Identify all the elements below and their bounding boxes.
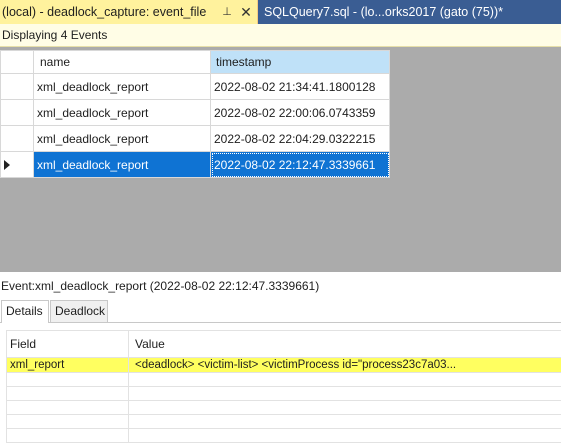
grid-header-row: name timestamp [0, 50, 390, 74]
row-header[interactable] [0, 73, 34, 100]
event-timestamp-cell[interactable]: 2022-08-02 22:12:47.3339661 [210, 151, 390, 178]
pin-icon[interactable]: ⊥ [220, 4, 234, 20]
tab-title: (local) - deadlock_capture: event_file [2, 5, 207, 19]
tab-title: SQLQuery7.sql - (lo...orks2017 (gato (75… [264, 5, 503, 19]
event-count-text: Displaying 4 Events [2, 28, 108, 42]
table-row-highlighted[interactable]: xml_report <deadlock> <victim-list> <vic… [6, 357, 561, 373]
row-header[interactable] [0, 99, 34, 126]
event-timestamp-cell[interactable]: 2022-08-02 21:34:41.1800128 [210, 73, 390, 100]
events-grid: name timestamp xml_deadlock_report 2022-… [0, 50, 390, 178]
table-row-selected[interactable]: xml_deadlock_report 2022-08-02 22:12:47.… [0, 151, 390, 178]
row-pointer-icon [4, 160, 10, 170]
event-timestamp-cell[interactable]: 2022-08-02 22:04:29.0322215 [210, 125, 390, 152]
tab-deadlock[interactable]: Deadlock [50, 300, 108, 322]
details-field-table: Field Value xml_report <deadlock> <victi… [6, 330, 561, 443]
empty-cell [128, 386, 561, 401]
empty-cell [128, 400, 561, 415]
events-grid-area: name timestamp xml_deadlock_report 2022-… [0, 47, 561, 272]
tab-details[interactable]: Details [1, 300, 49, 323]
event-name-cell[interactable]: xml_deadlock_report [33, 73, 211, 100]
empty-cell [6, 400, 129, 415]
row-header[interactable] [0, 151, 34, 178]
event-count-bar: Displaying 4 Events [0, 24, 561, 47]
event-detail-title: Event:xml_deadlock_report (2022-08-02 22… [0, 276, 561, 296]
column-header-field[interactable]: Field [6, 330, 129, 358]
table-row [6, 400, 561, 415]
close-icon[interactable]: ✕ [238, 3, 254, 21]
field-value-cell[interactable]: <deadlock> <victim-list> <victimProcess … [128, 357, 561, 373]
document-tab-strip: (local) - deadlock_capture: event_file ⊥… [0, 0, 561, 24]
event-detail-title-text: Event:xml_deadlock_report (2022-08-02 22… [1, 279, 320, 293]
column-header-value[interactable]: Value [128, 330, 561, 358]
event-name-cell[interactable]: xml_deadlock_report [33, 125, 211, 152]
empty-cell [6, 372, 129, 387]
table-row [6, 428, 561, 443]
table-row[interactable]: xml_deadlock_report 2022-08-02 22:04:29.… [0, 125, 390, 152]
event-name-cell[interactable]: xml_deadlock_report [33, 99, 211, 126]
table-row[interactable]: xml_deadlock_report 2022-08-02 22:00:06.… [0, 99, 390, 126]
empty-cell [128, 414, 561, 429]
empty-cell [6, 428, 129, 443]
empty-cell [128, 372, 561, 387]
table-row [6, 414, 561, 429]
tab-deadlock-capture[interactable]: (local) - deadlock_capture: event_file ⊥… [0, 0, 257, 24]
field-name-cell[interactable]: xml_report [6, 357, 129, 373]
row-header[interactable] [0, 125, 34, 152]
field-header-row: Field Value [6, 330, 561, 358]
empty-cell [6, 386, 129, 401]
detail-tab-strip: Details Deadlock [0, 300, 561, 323]
table-row[interactable]: xml_deadlock_report 2022-08-02 21:34:41.… [0, 73, 390, 100]
empty-cell [128, 428, 561, 443]
table-row [6, 386, 561, 401]
event-name-cell[interactable]: xml_deadlock_report [33, 151, 211, 178]
grid-corner [0, 50, 34, 74]
details-panel: Field Value xml_report <deadlock> <victi… [0, 322, 561, 443]
column-header-name[interactable]: name [33, 50, 211, 74]
empty-cell [6, 414, 129, 429]
event-timestamp-cell[interactable]: 2022-08-02 22:00:06.0743359 [210, 99, 390, 126]
column-header-timestamp[interactable]: timestamp [210, 50, 390, 74]
tab-sqlquery7[interactable]: SQLQuery7.sql - (lo...orks2017 (gato (75… [258, 0, 561, 24]
table-row [6, 372, 561, 387]
